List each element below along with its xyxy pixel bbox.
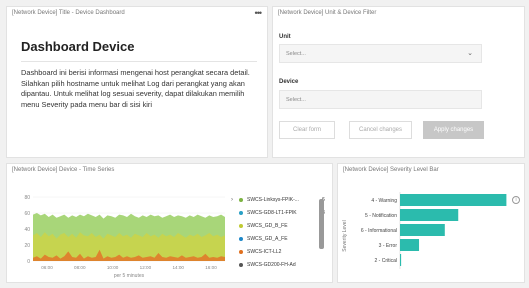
category-label: 4 - Warning [371,198,397,204]
y-tick-label: 20 [24,243,30,249]
severity-bar [400,224,445,236]
legend-swatch [239,198,243,202]
y-tick-label: 60 [24,211,30,217]
x-tick-label: 16:00 [205,265,217,270]
description-text: Dashboard ini berisi informasi mengenai … [21,68,250,109]
panel-header: [Network Device] Unit & Device Filter [278,10,377,16]
x-tick-label: 12:00 [140,265,152,270]
legend-swatch [239,211,243,215]
category-label: 2 - Critical [374,258,397,264]
clear-form-button[interactable]: Clear form [279,121,335,139]
more-options-icon[interactable]: ••• [255,8,263,18]
device-select[interactable]: Select... [279,90,482,109]
chevron-down-icon: ⌄ [467,50,473,57]
severity-panel: [Network Device] Severity Level Bar i Se… [337,163,525,283]
legend-swatch [239,263,243,267]
legend-swatch [239,237,243,241]
y-tick-label: 80 [24,195,30,201]
legend-label: SWCS-GD200-FH-Ad [247,262,296,268]
x-tick-label: 14:00 [172,265,184,270]
chart-legend: SWCS-Linksys-FPIK-...6SWCS-GD8-LT1-FPIK3… [235,196,325,278]
category-label: 5 - Notification [365,213,397,219]
timeseries-panel: [Network Device] Device - Time Series 02… [6,163,333,283]
y-tick-label: 40 [24,227,30,233]
severity-bar [400,239,420,251]
legend-swatch [239,224,243,228]
device-select-value: Select... [286,97,306,103]
x-tick-label: 08:00 [74,265,86,270]
cancel-changes-button[interactable]: Cancel changes [349,121,412,139]
legend-label: SWCS_GD_A_FE [247,236,288,242]
apply-changes-button[interactable]: Apply changes [423,121,484,139]
legend-swatch [239,250,243,254]
device-label: Device [279,79,299,85]
unit-select[interactable]: Select... ⌄ [279,44,482,63]
page-title: Dashboard Device [21,39,135,54]
severity-bar-chart: Severity Level 4 - Warning 5 - Notificatio… [342,192,507,269]
x-axis-label: per 5 minutes [114,273,145,279]
panel-header: [Network Device] Title - Device Dashboar… [12,10,125,16]
unit-label: Unit [279,34,291,40]
x-tick-label: 06:00 [41,265,53,270]
legend-label: SWCS-GD8-LT1-FPIK [247,210,297,216]
unit-select-value: Select... [286,51,306,57]
category-label: 3 - Error [379,243,398,249]
severity-bar [400,209,459,221]
severity-bar [400,194,507,206]
y-tick-label: 0 [27,259,30,265]
severity-bar [400,254,402,266]
legend-label: SWCS-Linksys-FPIK-... [247,197,299,203]
category-label: 6 - Informational [361,228,397,234]
legend-label: SWCS-ICT-LL2 [247,249,282,255]
y-axis-label: Severity Level [342,220,348,251]
title-panel: [Network Device] Title - Device Dashboar… [6,6,268,158]
legend-expand-icon[interactable]: › [231,197,233,203]
divider [21,61,257,62]
series-area-1 [33,232,225,261]
x-tick-label: 10:00 [107,265,119,270]
filter-panel: [Network Device] Unit & Device Filter Un… [272,6,525,158]
legend-scrollbar[interactable] [319,199,324,249]
legend-label: SWCS_GD_B_FE [247,223,288,229]
